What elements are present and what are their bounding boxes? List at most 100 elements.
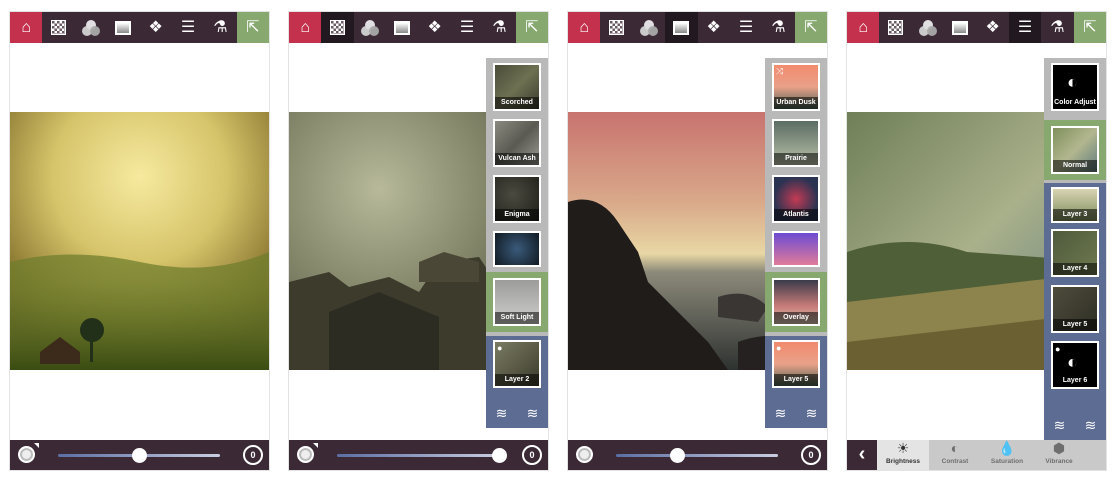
photo-canvas[interactable] (10, 112, 269, 370)
blend-mode-section: Normal (1044, 120, 1106, 180)
texture-icon[interactable] (879, 12, 911, 43)
eye-icon[interactable]: ● (776, 344, 781, 353)
contrast-icon: ◐ (950, 440, 960, 456)
adjust-vibrance-button[interactable]: ⬢ Vibrance (1033, 440, 1085, 470)
blend-mode-section: Overlay (765, 272, 827, 332)
blend-mode-thumb[interactable]: Overlay (772, 278, 820, 326)
blend-mode-label: Overlay (774, 312, 818, 324)
color-adjust-icon: ◐ (1067, 72, 1078, 92)
texture-thumb[interactable] (493, 231, 541, 267)
sliders-icon[interactable]: ☰ (1008, 12, 1042, 43)
blend-icon[interactable] (912, 12, 944, 43)
layer-section: Layer 3 Layer 4 Layer 5 ● ◐ Layer 6 (1044, 183, 1106, 398)
gradient-thumb[interactable] (772, 231, 820, 267)
reset-icon[interactable]: 0 (801, 445, 821, 465)
texture-thumb[interactable]: Enigma (493, 175, 541, 223)
gradient-label: Urban Dusk (774, 97, 818, 109)
opacity-slider-thumb[interactable] (131, 448, 147, 463)
shuffle-icon[interactable]: ⤨ (776, 67, 783, 76)
blend-mode-thumb[interactable]: Normal (1051, 126, 1099, 174)
hex-icon: ⬢ (1052, 440, 1066, 456)
frame-icon[interactable] (665, 12, 698, 43)
mask-toggle-button[interactable] (18, 446, 35, 463)
sliders-icon[interactable]: ☰ (172, 12, 204, 43)
mask-toggle-button[interactable] (576, 446, 593, 463)
adjust-label: Saturation (990, 458, 1024, 465)
texture-thumb[interactable]: Vulcan Ash (493, 119, 541, 167)
layer-thumb[interactable]: Layer 5 (1051, 285, 1099, 333)
top-toolbar: ⌂ ❖ ☰ ⚗ ⇱ (847, 12, 1106, 43)
add-layer-icon[interactable]: ≋ (806, 405, 818, 422)
gradient-thumb[interactable]: Atlantis (772, 175, 820, 223)
add-layer-icon[interactable]: ≋ (1085, 417, 1097, 434)
blend-icon[interactable] (75, 12, 107, 43)
diamond-icon[interactable]: ❖ (698, 12, 730, 43)
layer-thumb[interactable]: ● Layer 2 (493, 340, 541, 388)
texture-icon[interactable] (600, 12, 632, 43)
gradient-label: Prairie (774, 153, 818, 165)
layer-label: Layer 6 (1053, 375, 1097, 387)
adjustment-toolbar: ‹ ☀ Brightness ◐ Contrast 💧 Saturation ⬢ Vib… (847, 440, 1106, 470)
mask-toggle-button[interactable] (297, 446, 314, 463)
opacity-slider-thumb[interactable] (491, 448, 507, 463)
flask-icon[interactable]: ⚗ (483, 12, 515, 43)
gradient-thumb[interactable]: ⤨ Urban Dusk (772, 63, 820, 111)
blend-mode-section: Soft Light (486, 272, 548, 332)
export-icon[interactable]: ⇱ (794, 12, 827, 43)
opacity-slider-thumb[interactable] (670, 448, 686, 463)
flask-icon[interactable]: ⚗ (1041, 12, 1073, 43)
layer-section: ● Layer 2 ≋ ≋ (486, 336, 548, 428)
gradient-panel: ⤨ Urban Dusk Prairie Atlantis Overlay ● La… (765, 58, 827, 428)
layer-thumb[interactable]: Layer 4 (1051, 229, 1099, 277)
opacity-slider[interactable] (337, 454, 499, 457)
sliders-icon[interactable]: ☰ (451, 12, 483, 43)
adjust-contrast-button[interactable]: ◐ Contrast (929, 440, 981, 470)
home-icon[interactable]: ⌂ (847, 12, 880, 43)
screen-texture-editor: ⌂ ❖ ☰ ⚗ ⇱ 0 (9, 11, 270, 471)
adjust-saturation-button[interactable]: 💧 Saturation (981, 440, 1033, 470)
texture-icon[interactable] (42, 12, 74, 43)
texture-icon[interactable] (321, 12, 354, 43)
bottom-toolbar: 0 (289, 440, 548, 470)
flask-icon[interactable]: ⚗ (204, 12, 236, 43)
blend-mode-thumb[interactable]: Soft Light (493, 278, 541, 326)
remove-layer-icon[interactable]: ≋ (1054, 417, 1066, 434)
color-adjust-thumb[interactable]: ◐ Color Adjust (1051, 63, 1099, 111)
layer-label: Layer 2 (495, 374, 539, 386)
remove-layer-icon[interactable]: ≋ (775, 405, 787, 422)
screen-gradient-picker: ⌂ ❖ ☰ ⚗ ⇱ ⤨ Urban Dusk Prairie Atlantis … (567, 11, 828, 471)
home-icon[interactable]: ⌂ (10, 12, 43, 43)
layer-thumb[interactable]: ● Layer 5 (772, 340, 820, 388)
home-icon[interactable]: ⌂ (289, 12, 322, 43)
gradient-thumb[interactable]: Prairie (772, 119, 820, 167)
blend-icon[interactable] (354, 12, 386, 43)
opacity-slider[interactable] (616, 454, 778, 457)
texture-thumb[interactable]: Scorched (493, 63, 541, 111)
layer-thumb[interactable]: ● ◐ Layer 6 (1051, 341, 1099, 389)
home-icon[interactable]: ⌂ (568, 12, 601, 43)
adjust-brightness-button[interactable]: ☀ Brightness (877, 440, 929, 470)
reset-icon[interactable]: 0 (243, 445, 263, 465)
screen-texture-picker: ⌂ ❖ ☰ ⚗ ⇱ Scorched Vulcan Ash Enigma Sof… (288, 11, 549, 471)
layer-thumb[interactable]: Layer 3 (1051, 187, 1099, 223)
add-layer-icon[interactable]: ≋ (527, 405, 539, 422)
screen-color-adjust: ⌂ ❖ ☰ ⚗ ⇱ ◐ Color Adjust Normal Layer 3 … (846, 11, 1107, 471)
sliders-icon[interactable]: ☰ (730, 12, 762, 43)
eye-icon[interactable]: ● (1055, 345, 1060, 354)
diamond-icon[interactable]: ❖ (977, 12, 1009, 43)
export-icon[interactable]: ⇱ (236, 12, 269, 43)
remove-layer-icon[interactable]: ≋ (496, 405, 508, 422)
diamond-icon[interactable]: ❖ (419, 12, 451, 43)
reset-icon[interactable]: 0 (522, 445, 542, 465)
blend-icon[interactable] (633, 12, 665, 43)
blend-mode-label: Soft Light (495, 312, 539, 324)
diamond-icon[interactable]: ❖ (140, 12, 172, 43)
back-icon[interactable]: ‹ (847, 440, 877, 470)
frame-icon[interactable] (386, 12, 418, 43)
eye-icon[interactable]: ● (497, 344, 502, 353)
frame-icon[interactable] (107, 12, 139, 43)
export-icon[interactable]: ⇱ (515, 12, 548, 43)
frame-icon[interactable] (944, 12, 976, 43)
export-icon[interactable]: ⇱ (1073, 12, 1106, 43)
flask-icon[interactable]: ⚗ (762, 12, 794, 43)
